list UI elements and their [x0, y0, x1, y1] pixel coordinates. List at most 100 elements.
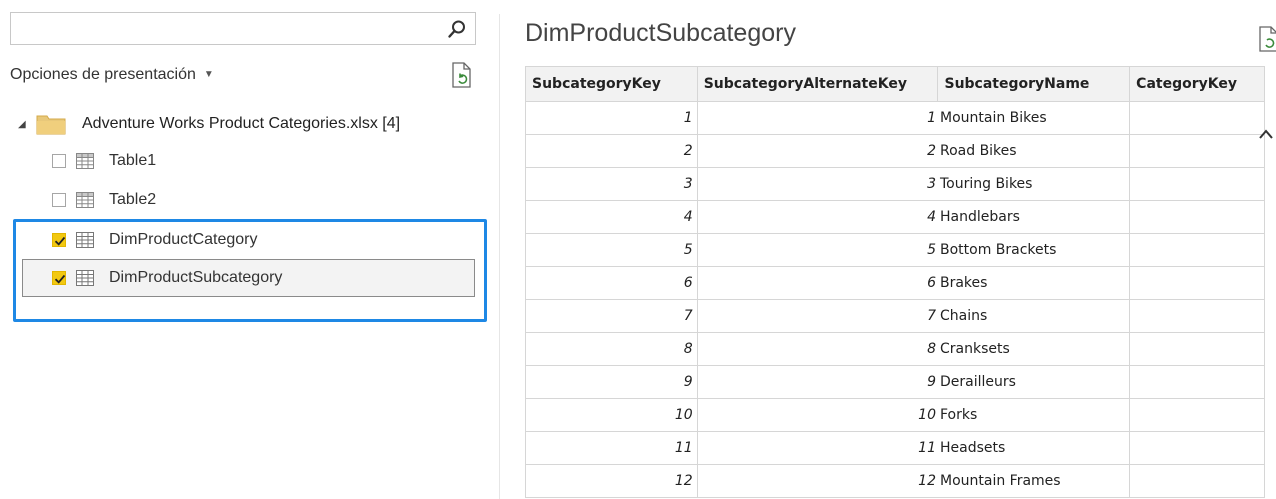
table-row: 9 9 Derailleurs: [525, 365, 1265, 399]
tree-item-label: DimProductSubcategory: [109, 269, 283, 286]
cell-subcategory-alternate-key[interactable]: 9: [696, 365, 938, 399]
cell-subcategory-name[interactable]: Chains: [937, 299, 1131, 333]
cell-subcategory-key[interactable]: 9: [525, 365, 698, 399]
cell-subcategory-name[interactable]: Mountain Frames: [937, 464, 1131, 498]
cell-subcategory-key[interactable]: 5: [525, 233, 698, 267]
pane-divider: [499, 14, 500, 499]
tree-item-table1[interactable]: Table1: [52, 148, 156, 174]
cell-subcategory-alternate-key[interactable]: 10: [696, 398, 938, 432]
cell-subcategory-alternate-key[interactable]: 3: [696, 167, 938, 201]
refresh-icon[interactable]: [1258, 26, 1276, 52]
cell-subcategory-alternate-key[interactable]: 2: [696, 134, 938, 168]
grid-header-row: SubcategoryKey SubcategoryAlternateKey S…: [525, 66, 1265, 102]
tree-item-table2[interactable]: Table2: [52, 187, 156, 213]
search-icon[interactable]: [447, 19, 467, 39]
cell-category-key[interactable]: [1129, 134, 1265, 168]
checkbox-dimproductsubcategory[interactable]: [52, 271, 66, 285]
checkbox-dimproductcategory[interactable]: [52, 233, 66, 247]
cell-subcategory-alternate-key[interactable]: 6: [696, 266, 938, 300]
cell-subcategory-key[interactable]: 2: [525, 134, 698, 168]
cell-subcategory-key[interactable]: 1: [525, 101, 698, 135]
cell-subcategory-name[interactable]: Bottom Brackets: [937, 233, 1131, 267]
checkbox-table2[interactable]: [52, 193, 66, 207]
table-row: 11 11 Headsets: [525, 431, 1265, 465]
chevron-down-icon: ▼: [203, 69, 214, 80]
search-input[interactable]: [17, 14, 441, 45]
table-row: 3 3 Touring Bikes: [525, 167, 1265, 201]
cell-category-key[interactable]: [1129, 299, 1265, 333]
cell-subcategory-alternate-key[interactable]: 7: [696, 299, 938, 333]
preview-grid: SubcategoryKey SubcategoryAlternateKey S…: [525, 66, 1265, 498]
checkbox-table1[interactable]: [52, 154, 66, 168]
cell-subcategory-key[interactable]: 6: [525, 266, 698, 300]
search-box[interactable]: [10, 12, 476, 45]
cell-subcategory-name[interactable]: Handlebars: [937, 200, 1131, 234]
display-options-label: Opciones de presentación: [10, 66, 196, 83]
tree-item-label: DimProductCategory: [109, 231, 258, 248]
cell-subcategory-alternate-key[interactable]: 1: [696, 101, 938, 135]
cell-category-key[interactable]: [1129, 464, 1265, 498]
table-row: 4 4 Handlebars: [525, 200, 1265, 234]
cell-subcategory-name[interactable]: Cranksets: [937, 332, 1131, 366]
cell-subcategory-name[interactable]: Brakes: [937, 266, 1131, 300]
table-row: 8 8 Cranksets: [525, 332, 1265, 366]
cell-category-key[interactable]: [1129, 431, 1265, 465]
tree-item-label: Table2: [109, 191, 157, 208]
cell-subcategory-name[interactable]: Headsets: [937, 431, 1131, 465]
cell-category-key[interactable]: [1129, 365, 1265, 399]
table-row: 12 12 Mountain Frames: [525, 464, 1265, 498]
scroll-up-chevron-icon[interactable]: [1259, 128, 1273, 140]
table-row: 7 7 Chains: [525, 299, 1265, 333]
cell-subcategory-key[interactable]: 8: [525, 332, 698, 366]
cell-subcategory-key[interactable]: 12: [525, 464, 698, 498]
expand-triangle-icon[interactable]: ◢: [18, 119, 36, 130]
cell-subcategory-alternate-key[interactable]: 12: [696, 464, 938, 498]
cell-category-key[interactable]: [1129, 266, 1265, 300]
table-icon: [76, 192, 94, 208]
tree-item-dimproductcategory[interactable]: DimProductCategory: [52, 227, 258, 253]
cell-category-key[interactable]: [1129, 332, 1265, 366]
cell-subcategory-key[interactable]: 11: [525, 431, 698, 465]
table-row: 2 2 Road Bikes: [525, 134, 1265, 168]
table-icon: [76, 270, 94, 286]
cell-category-key[interactable]: [1129, 101, 1265, 135]
table-row: 1 1 Mountain Bikes: [525, 101, 1265, 135]
cell-category-key[interactable]: [1129, 167, 1265, 201]
tree-item-label: Table1: [109, 152, 157, 169]
checkmark-icon: [54, 236, 66, 246]
column-header[interactable]: SubcategoryKey: [525, 66, 698, 102]
table-row: 6 6 Brakes: [525, 266, 1265, 300]
cell-category-key[interactable]: [1129, 233, 1265, 267]
cell-subcategory-alternate-key[interactable]: 11: [696, 431, 938, 465]
cell-subcategory-key[interactable]: 7: [525, 299, 698, 333]
column-header[interactable]: SubcategoryName: [937, 66, 1131, 102]
preview-title: DimProductSubcategory: [525, 19, 796, 47]
cell-category-key[interactable]: [1129, 398, 1265, 432]
cell-subcategory-alternate-key[interactable]: 4: [696, 200, 938, 234]
checkmark-icon: [54, 274, 66, 284]
cell-subcategory-name[interactable]: Touring Bikes: [937, 167, 1131, 201]
cell-subcategory-name[interactable]: Derailleurs: [937, 365, 1131, 399]
column-header[interactable]: CategoryKey: [1129, 66, 1265, 102]
preview-grid-container[interactable]: SubcategoryKey SubcategoryAlternateKey S…: [525, 66, 1265, 499]
table-icon: [76, 153, 94, 169]
cell-category-key[interactable]: [1129, 200, 1265, 234]
table-row: 5 5 Bottom Brackets: [525, 233, 1265, 267]
table-row: 10 10 Forks: [525, 398, 1265, 432]
tree-item-dimproductsubcategory[interactable]: DimProductSubcategory: [52, 265, 282, 291]
column-header[interactable]: SubcategoryAlternateKey: [696, 66, 939, 102]
cell-subcategory-alternate-key[interactable]: 8: [696, 332, 938, 366]
cell-subcategory-key[interactable]: 3: [525, 167, 698, 201]
cell-subcategory-name[interactable]: Forks: [937, 398, 1131, 432]
refresh-icon[interactable]: [451, 62, 473, 88]
cell-subcategory-name[interactable]: Road Bikes: [937, 134, 1131, 168]
table-icon: [76, 232, 94, 248]
tree-root-workbook[interactable]: ◢ Adventure Works Product Categories.xls…: [18, 111, 400, 137]
display-options-dropdown[interactable]: Opciones de presentación ▼: [10, 66, 214, 84]
folder-icon: [36, 115, 66, 135]
cell-subcategory-key[interactable]: 10: [525, 398, 698, 432]
tree-root-label: Adventure Works Product Categories.xlsx …: [82, 115, 401, 132]
cell-subcategory-name[interactable]: Mountain Bikes: [937, 101, 1131, 135]
cell-subcategory-key[interactable]: 4: [525, 200, 698, 234]
cell-subcategory-alternate-key[interactable]: 5: [696, 233, 938, 267]
